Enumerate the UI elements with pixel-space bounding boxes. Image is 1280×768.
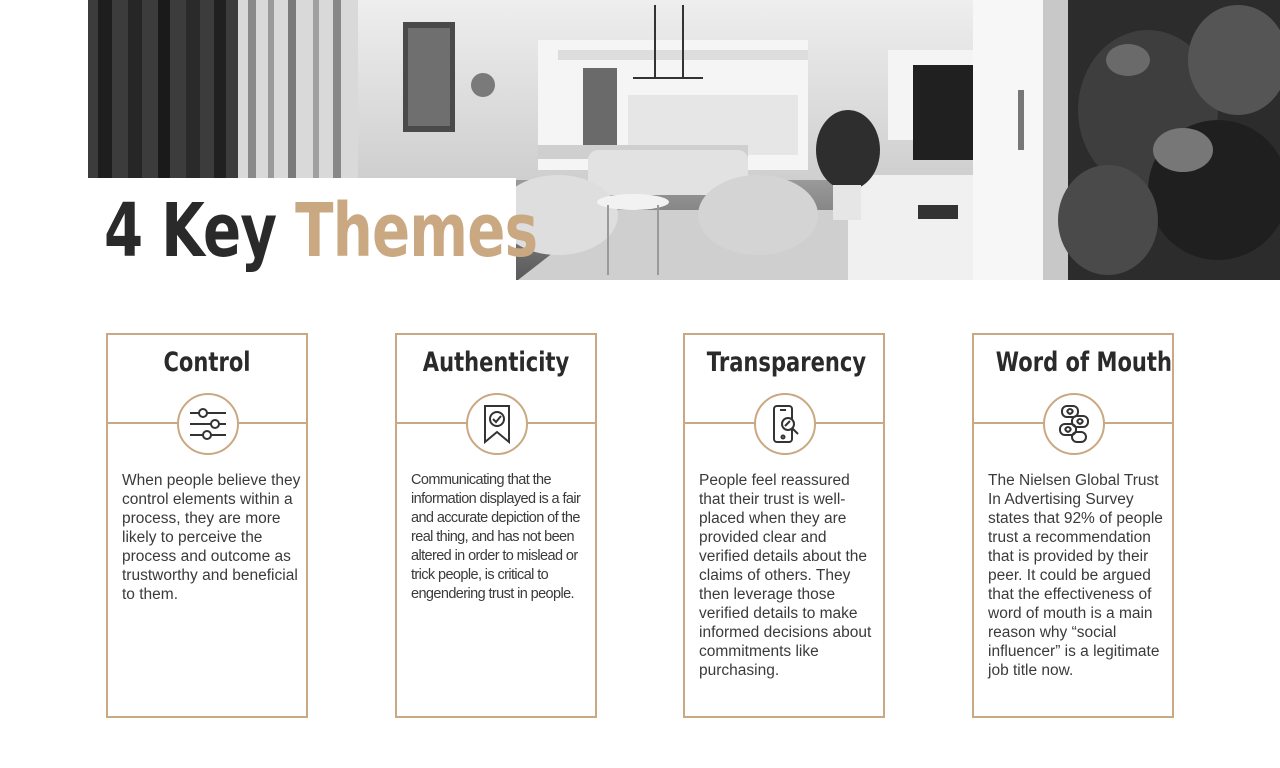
badge-check-icon: [466, 393, 528, 455]
phone-search-icon: [754, 393, 816, 455]
page-title: 4 Key Themes: [104, 186, 538, 276]
card-body: People feel reassured that their trust i…: [699, 472, 872, 679]
theme-card-authenticity: Authenticity Communicating that the info…: [395, 333, 597, 718]
card-heading: Word of Mouth: [995, 347, 1172, 378]
title-word-accent: Themes: [295, 188, 538, 274]
theme-card-control: Control When people believe they control…: [106, 333, 308, 718]
sliders-icon: [177, 393, 239, 455]
theme-card-word-of-mouth: Word of Mouth The Nielsen Global Trust I…: [972, 333, 1174, 718]
card-body: The Nielsen Global Trust In Advertising …: [988, 472, 1163, 679]
theme-card-transparency: Transparency People feel reassured that …: [683, 333, 885, 718]
card-heading: Control: [163, 347, 251, 378]
card-heading: Authenticity: [422, 347, 570, 378]
title-word-dark: 4 Key: [104, 188, 277, 274]
card-body: When people believe they control element…: [122, 472, 301, 603]
card-heading: Transparency: [706, 347, 867, 378]
card-body: Communicating that the information displ…: [411, 472, 581, 602]
chat-bubbles-heart-icon: [1043, 393, 1105, 455]
